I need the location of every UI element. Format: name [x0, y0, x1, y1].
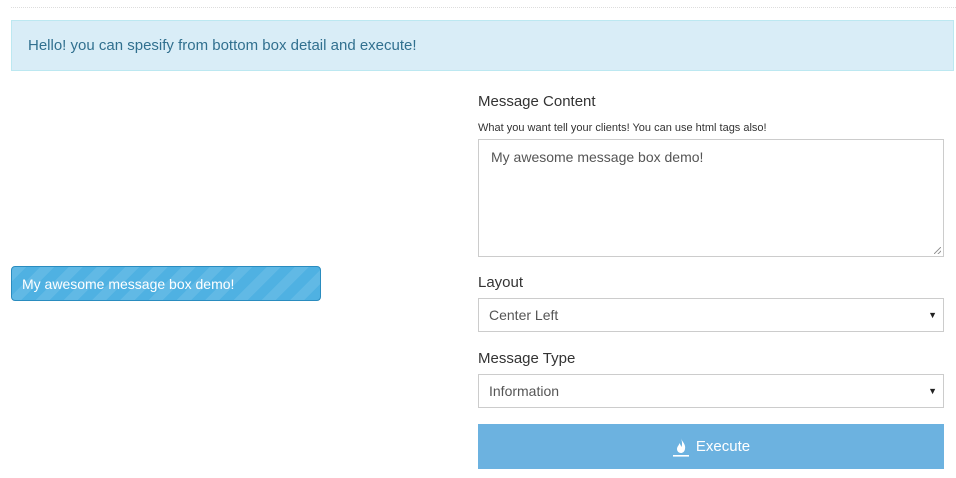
message-form: Message Content What you want tell your … [478, 92, 944, 469]
message-content-label: Message Content [478, 93, 596, 110]
dropdown-caret-icon: ▼ [928, 386, 937, 396]
message-type-label: Message Type [478, 350, 576, 367]
message-box-preview[interactable]: My awesome message box demo! [11, 266, 321, 301]
message-content-help: What you want tell your clients! You can… [478, 122, 767, 134]
layout-select[interactable]: Center Left ▼ [478, 298, 944, 332]
fire-icon [672, 437, 690, 457]
dropdown-caret-icon: ▼ [928, 310, 937, 320]
resize-grip-icon[interactable] [934, 247, 941, 254]
message-type-select[interactable]: Information ▼ [478, 374, 944, 408]
execute-button[interactable]: Execute [478, 424, 944, 469]
layout-label: Layout [478, 274, 524, 291]
layout-select-value: Center Left [489, 307, 559, 323]
top-divider [11, 7, 956, 8]
message-content-textarea[interactable]: My awesome message box demo! [478, 139, 944, 257]
page: Hello! you can spesify from bottom box d… [0, 0, 956, 478]
message-content-value: My awesome message box demo! [491, 149, 704, 165]
execute-button-label: Execute [695, 438, 751, 455]
message-type-select-value: Information [489, 383, 560, 399]
info-alert: Hello! you can spesify from bottom box d… [11, 20, 954, 71]
message-box-preview-text: My awesome message box demo! [22, 275, 235, 292]
info-alert-text: Hello! you can spesify from bottom box d… [28, 37, 417, 54]
